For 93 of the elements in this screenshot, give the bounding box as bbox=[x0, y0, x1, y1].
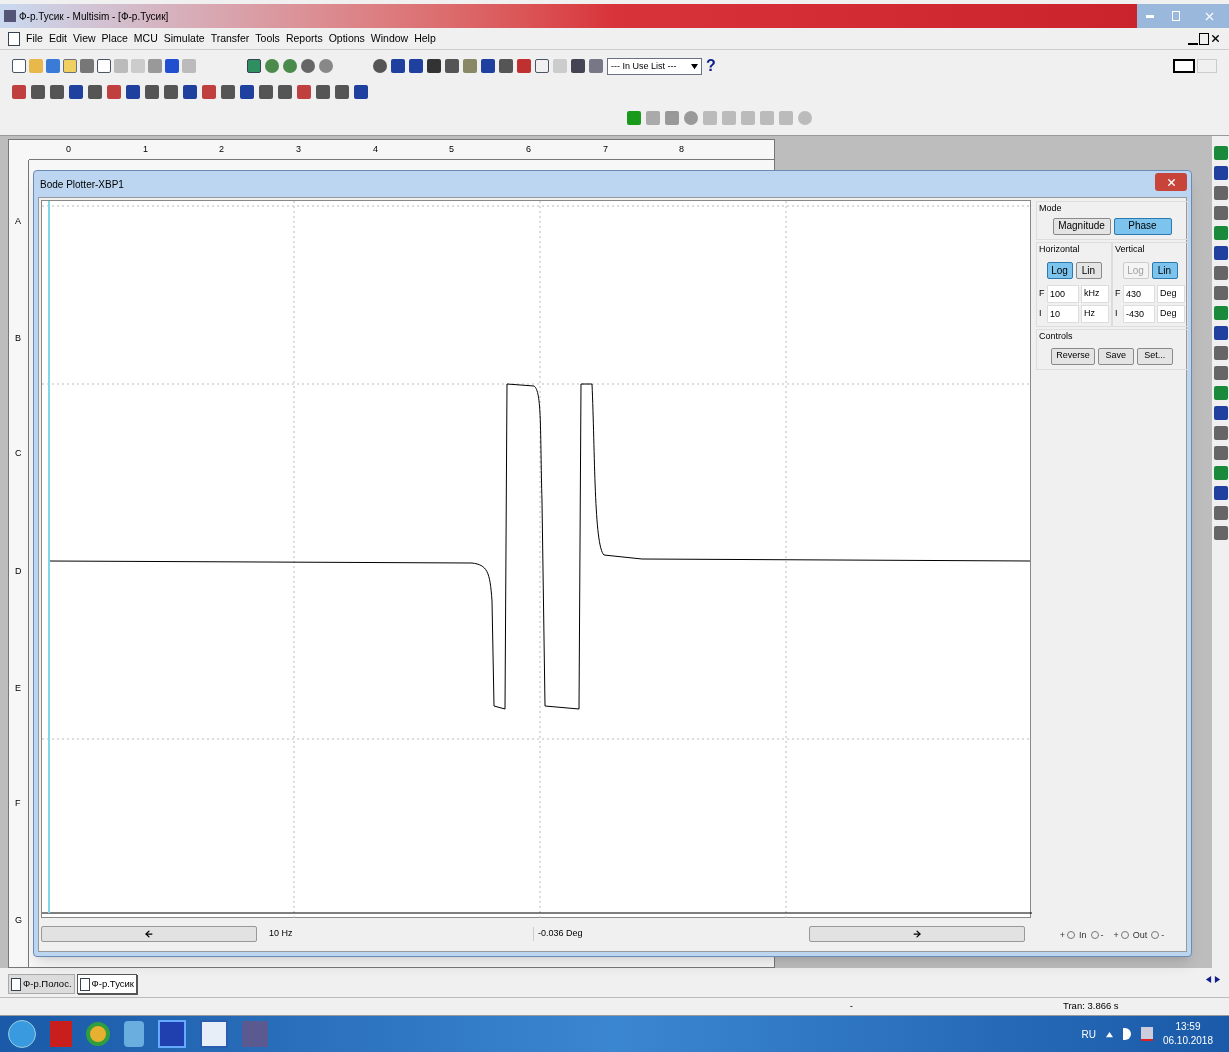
unit-field[interactable]: kHz bbox=[1081, 285, 1109, 303]
clock-date[interactable]: 06.10.2018 bbox=[1162, 1034, 1213, 1048]
terminal-sign: + bbox=[1113, 928, 1119, 942]
document-icon bbox=[8, 31, 20, 46]
ruler-label: B bbox=[15, 332, 21, 345]
clock-time[interactable]: 13:59 bbox=[1175, 1020, 1201, 1034]
right-arrow-icon bbox=[912, 929, 922, 939]
control-button[interactable]: Set... bbox=[1136, 347, 1173, 365]
document-tab[interactable]: Ф-р.Тусик bbox=[76, 974, 137, 994]
document-icon bbox=[79, 977, 90, 991]
document-tab[interactable]: Ф-р.Полос. bbox=[8, 974, 75, 994]
close-button[interactable] bbox=[1155, 173, 1187, 191]
ruler-label: C bbox=[15, 447, 22, 460]
close-icon[interactable] bbox=[1210, 32, 1221, 44]
unit-field[interactable]: Hz bbox=[1081, 305, 1109, 323]
minimize-button[interactable] bbox=[1137, 4, 1163, 28]
document-icon bbox=[11, 977, 21, 991]
menu-item[interactable]: Edit bbox=[48, 30, 67, 47]
value-field[interactable]: 100 bbox=[1047, 285, 1079, 303]
right-arrow-button[interactable] bbox=[809, 926, 1025, 942]
dropdown-field[interactable]: --- In Use List --- bbox=[607, 57, 702, 75]
toggle-button[interactable]: Log bbox=[1046, 262, 1073, 279]
help-button[interactable]: ? bbox=[706, 58, 716, 74]
switch-icon[interactable] bbox=[1173, 59, 1195, 73]
left-arrow-button[interactable] bbox=[41, 926, 257, 942]
ruler-label: G bbox=[15, 914, 22, 927]
tab-label: Ф-р.Полос. bbox=[23, 976, 72, 991]
pause-switch-icon[interactable] bbox=[1197, 59, 1217, 73]
unit-field[interactable]: Deg bbox=[1157, 285, 1185, 303]
app-icon bbox=[4, 10, 16, 22]
ruler-label: 8 bbox=[679, 143, 684, 156]
unit-field[interactable]: Deg bbox=[1157, 305, 1185, 323]
restore-icon[interactable] bbox=[1199, 32, 1209, 45]
ruler-label: 4 bbox=[373, 143, 378, 156]
tray-arrow-icon[interactable] bbox=[1105, 1030, 1113, 1038]
value-field[interactable]: 10 bbox=[1047, 305, 1079, 323]
tab-label: Ф-р.Тусик bbox=[91, 976, 134, 991]
left-arrow-icon bbox=[144, 929, 154, 939]
caret-icon[interactable] bbox=[691, 62, 698, 70]
control-button[interactable]: Reverse bbox=[1051, 347, 1095, 365]
menu-item[interactable]: Simulate bbox=[163, 30, 205, 47]
menu-item[interactable]: Options bbox=[328, 30, 365, 47]
group-label: Horizontal bbox=[1039, 243, 1080, 254]
ruler-label: 6 bbox=[526, 143, 531, 156]
ruler-label: 3 bbox=[296, 143, 301, 156]
menu-item[interactable]: Help bbox=[414, 30, 436, 47]
status-field: Tran: 3.866 s bbox=[1063, 999, 1119, 1014]
group-label: Mode bbox=[1039, 203, 1062, 213]
menu-item[interactable]: MCU bbox=[133, 30, 158, 47]
start-button[interactable] bbox=[8, 1020, 36, 1048]
field-prefix: I bbox=[1039, 307, 1043, 321]
value-field[interactable]: -430 bbox=[1123, 305, 1155, 323]
menu-item[interactable]: Window bbox=[370, 30, 409, 47]
toggle-button[interactable]: Magnitude bbox=[1052, 217, 1111, 235]
menu-item[interactable]: Transfer bbox=[210, 30, 250, 47]
ruler-label: D bbox=[15, 565, 22, 578]
menu-item[interactable]: Reports bbox=[285, 30, 323, 47]
terminal-label: In bbox=[1079, 928, 1087, 942]
toggle-button[interactable]: Lin bbox=[1151, 262, 1178, 279]
app-icon[interactable] bbox=[124, 1021, 144, 1047]
ruler-label: F bbox=[15, 797, 21, 810]
ruler-label: 0 bbox=[66, 143, 71, 156]
ruler-label: E bbox=[15, 682, 21, 695]
scroll-right-icon[interactable] bbox=[1214, 976, 1221, 983]
frequency-readout: 10 Hz bbox=[268, 927, 294, 941]
group-label: Controls bbox=[1039, 331, 1073, 341]
status-field: - bbox=[520, 999, 853, 1014]
language-indicator[interactable]: RU bbox=[1081, 1026, 1096, 1042]
menu-item[interactable]: View bbox=[73, 30, 96, 47]
terminal-label: Out bbox=[1132, 928, 1148, 942]
ruler-label: 7 bbox=[603, 143, 608, 156]
group-label: Vertical bbox=[1115, 243, 1145, 254]
control-button[interactable]: Save bbox=[1097, 347, 1134, 365]
menu-item[interactable]: File bbox=[26, 30, 43, 47]
scroll-left-icon[interactable] bbox=[1205, 976, 1212, 983]
field-prefix: F bbox=[1039, 287, 1045, 301]
value-field[interactable]: 430 bbox=[1123, 285, 1155, 303]
terminal-sign: - bbox=[1161, 928, 1165, 942]
ruler-label: 5 bbox=[449, 143, 454, 156]
ruler-label: A bbox=[15, 215, 21, 228]
close-icon bbox=[1165, 176, 1177, 188]
ruler-label: 1 bbox=[143, 143, 148, 156]
terminal-sign: + bbox=[1059, 928, 1065, 942]
terminal-sign: - bbox=[1100, 928, 1104, 942]
menu-item[interactable]: Place bbox=[101, 30, 128, 47]
toggle-button[interactable]: Phase bbox=[1113, 217, 1172, 235]
menu-item[interactable]: Tools bbox=[255, 30, 280, 47]
window-title: Bode Plotter-XBP1 bbox=[40, 177, 124, 192]
ruler-label: 2 bbox=[219, 143, 224, 156]
field-prefix: I bbox=[1115, 307, 1119, 321]
toggle-button[interactable]: Lin bbox=[1075, 262, 1102, 279]
field-prefix: F bbox=[1115, 287, 1121, 301]
window-title: Ф-р.Тусик - Multisim - [Ф-р.Тусик] bbox=[19, 9, 169, 24]
